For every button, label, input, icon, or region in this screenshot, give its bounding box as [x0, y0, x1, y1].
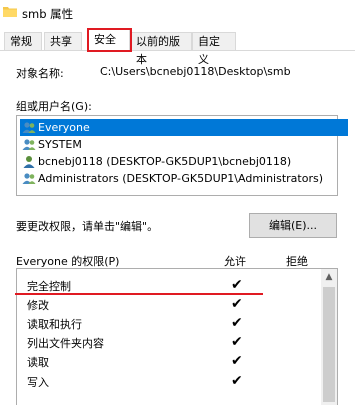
object-name-label: 对象名称:: [16, 67, 64, 80]
tab-sharing[interactable]: 共享: [44, 32, 82, 50]
users-group-icon: [22, 173, 36, 184]
tab-previous-versions[interactable]: 以前的版本: [130, 32, 192, 66]
permission-write: 写入: [27, 376, 49, 389]
list-item-bcnebj0118[interactable]: bcnebj0118 (DESKTOP-GK5DUP1\bcnebj0118): [20, 153, 291, 170]
deny-column-header: 拒绝: [286, 255, 308, 268]
permissions-scrollbar[interactable]: ▲: [321, 269, 337, 405]
tab-highlight-box: [87, 28, 132, 52]
permissions-list: 完全控制 ✔ 修改 ✔ 读取和执行 ✔ 列出文件夹内容 ✔ 读取 ✔ 写入 ✔: [16, 268, 338, 405]
permission-read-execute: 读取和执行: [27, 318, 82, 331]
object-name-value: C:\Users\bcnebj0118\Desktop\smb: [100, 65, 291, 78]
allow-check-icon: ✔: [231, 353, 243, 369]
full-control-underline: [15, 293, 263, 295]
allow-column-header: 允许: [224, 255, 246, 268]
permission-modify: 修改: [27, 299, 49, 312]
tab-strip: 常规 共享 安全 以前的版本 自定义: [0, 28, 355, 66]
folder-icon: [3, 7, 17, 17]
permissions-title: Everyone 的权限(P): [16, 255, 120, 268]
allow-check-icon: ✔: [231, 334, 243, 350]
edit-button[interactable]: 编辑(E)...: [249, 213, 337, 238]
allow-check-icon: ✔: [231, 296, 243, 312]
list-item-system[interactable]: SYSTEM: [20, 136, 82, 153]
scroll-thumb[interactable]: [323, 287, 335, 402]
users-group-icon: [22, 122, 36, 133]
list-item-administrators[interactable]: Administrators (DESKTOP-GK5DUP1\Administ…: [20, 170, 323, 187]
permission-list-folder: 列出文件夹内容: [27, 337, 104, 350]
change-hint: 要更改权限，请单击"编辑"。: [16, 220, 159, 233]
allow-check-icon: ✔: [231, 373, 243, 389]
user-icon: [23, 156, 35, 168]
groups-label: 组或用户名(G):: [16, 100, 92, 113]
tab-general[interactable]: 常规: [4, 32, 42, 50]
tab-customize[interactable]: 自定义: [192, 32, 236, 66]
window-title: smb 属性: [22, 7, 74, 21]
scroll-up-arrow-icon[interactable]: ▲: [321, 269, 337, 285]
allow-check-icon: ✔: [231, 277, 243, 293]
list-item-everyone[interactable]: Everyone: [20, 119, 348, 136]
groups-listbox[interactable]: Everyone SYSTEM bcnebj0118 (DESKTOP-GK5D…: [16, 115, 348, 196]
allow-check-icon: ✔: [231, 315, 243, 331]
permissions-header: Everyone 的权限(P) 允许 拒绝: [16, 251, 338, 268]
users-group-icon: [22, 139, 36, 150]
title-bar: smb 属性: [0, 0, 355, 28]
permission-read: 读取: [27, 356, 49, 369]
